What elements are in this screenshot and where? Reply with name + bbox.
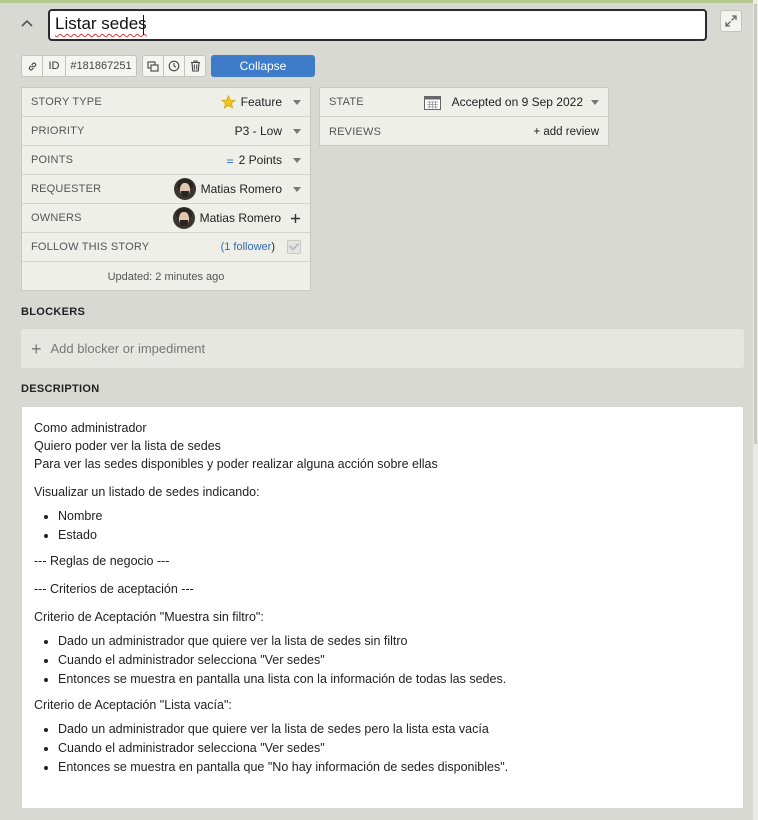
state-value: Accepted on 9 Sep 2022: [451, 95, 583, 109]
add-blocker-button[interactable]: + Add blocker or impediment: [21, 329, 744, 368]
list-item: Estado: [58, 526, 731, 544]
chevron-down-icon: [293, 99, 301, 105]
story-details-panel: STORY TYPE Feature PRIORITY P3 - Low POI…: [21, 87, 311, 291]
id-label[interactable]: ID: [43, 56, 66, 76]
requester-value: Matias Romero: [200, 182, 282, 196]
expand-button[interactable]: [720, 10, 742, 32]
priority-label: PRIORITY: [31, 125, 85, 137]
delete-button[interactable]: [185, 56, 205, 76]
chevron-down-icon: [293, 157, 301, 163]
owners-value: Matias Romero: [199, 211, 281, 225]
id-group: ID #181867251: [21, 55, 137, 77]
avatar: [172, 207, 195, 229]
top-accent-line: [0, 0, 758, 3]
clone-icon: [147, 60, 159, 72]
desc-line: Como administrador: [34, 421, 147, 435]
history-button[interactable]: [164, 56, 185, 76]
criterion-title: Criterio de Aceptación "Lista vacía":: [34, 698, 232, 712]
description-body[interactable]: Como administrador Quiero poder ver la l…: [21, 406, 744, 809]
criterion-list: Dado un administrador que quiere ver la …: [34, 720, 731, 776]
story-type-value: Feature: [240, 95, 282, 109]
scrollbar[interactable]: [753, 0, 758, 820]
blocker-placeholder: Add blocker or impediment: [50, 341, 206, 356]
updated-text: Updated: 2 minutes ago: [107, 270, 225, 283]
plus-icon: +: [31, 338, 42, 359]
story-title-text: Listar sedes: [55, 14, 147, 33]
owners-row[interactable]: OWNERS Matias Romero: [22, 204, 310, 233]
list-item: Cuando el administrador selecciona "Ver …: [58, 739, 731, 757]
text-caret: [143, 15, 144, 35]
chevron-down-icon: [293, 186, 301, 192]
list-item: Cuando el administrador selecciona "Ver …: [58, 651, 731, 669]
reviews-label: REVIEWS: [329, 125, 382, 138]
clock-icon: [168, 60, 180, 72]
story-actions-group: [142, 55, 206, 77]
trash-icon: [190, 60, 200, 72]
reviews-row: REVIEWS + add review: [320, 117, 608, 146]
follow-checkbox[interactable]: [287, 240, 301, 254]
description-heading: DESCRIPTION: [21, 383, 100, 395]
calendar-icon: [423, 95, 441, 110]
story-id-value[interactable]: #181867251: [66, 56, 136, 76]
rules-heading: --- Reglas de negocio ---: [34, 554, 170, 568]
story-id-text: #181867251: [70, 60, 132, 72]
chevron-down-icon: [293, 128, 301, 134]
updated-row: Updated: 2 minutes ago: [22, 262, 310, 291]
blockers-heading: BLOCKERS: [21, 306, 86, 318]
desc-line: Quiero poder ver la lista de sedes: [34, 439, 221, 453]
collapse-button[interactable]: Collapse: [211, 55, 315, 77]
list-item: Dado un administrador que quiere ver la …: [58, 632, 731, 650]
list-item: Dado un administrador que quiere ver la …: [58, 720, 731, 738]
clone-button[interactable]: [143, 56, 164, 76]
points-label: POINTS: [31, 154, 74, 166]
follow-row: FOLLOW THIS STORY (1 follower): [22, 233, 310, 262]
plus-icon[interactable]: [290, 213, 301, 224]
points-value: 2 Points: [238, 153, 282, 167]
priority-value: P3 - Low: [234, 124, 282, 138]
state-label: STATE: [329, 96, 364, 108]
avatar: [173, 178, 196, 200]
followers-link[interactable]: 1 follower: [224, 241, 271, 253]
criterion-list: Dado un administrador que quiere ver la …: [34, 632, 731, 688]
add-review-link[interactable]: + add review: [533, 126, 599, 138]
list-item: Entonces se muestra en pantalla una list…: [58, 670, 731, 688]
desc-list: Nombre Estado: [34, 507, 731, 544]
criteria-heading: --- Criterios de aceptación ---: [34, 582, 194, 596]
link-icon: [28, 62, 36, 70]
requester-label: REQUESTER: [31, 183, 102, 195]
story-type-row[interactable]: STORY TYPE Feature: [22, 88, 310, 117]
criterion-title: Criterio de Aceptación "Muestra sin filt…: [34, 610, 264, 624]
points-row[interactable]: POINTS 2 Points: [22, 146, 310, 175]
copy-link-button[interactable]: [22, 56, 43, 76]
story-type-label: STORY TYPE: [31, 96, 102, 108]
chevron-down-icon: [591, 99, 599, 105]
owners-label: OWNERS: [31, 212, 82, 224]
state-row[interactable]: STATE Accepted on 9 Sep 2022: [320, 88, 608, 117]
requester-row[interactable]: REQUESTER Matias Romero: [22, 175, 310, 204]
expand-icon: [725, 15, 737, 27]
state-panel: STATE Accepted on 9 Sep 2022 REVIEWS + a…: [319, 87, 609, 146]
list-item: Nombre: [58, 507, 731, 525]
star-icon: [220, 95, 236, 109]
desc-list-intro: Visualizar un listado de sedes indicando…: [34, 485, 260, 499]
collapse-story-chevron[interactable]: [16, 12, 38, 34]
desc-line: Para ver las sedes disponibles y poder r…: [34, 457, 438, 471]
scrollbar-thumb[interactable]: [754, 4, 757, 444]
priority-row[interactable]: PRIORITY P3 - Low: [22, 117, 310, 146]
follow-label: FOLLOW THIS STORY: [31, 241, 150, 253]
list-item: Entonces se muestra en pantalla que "No …: [58, 758, 731, 776]
follow-paren-close: ): [271, 241, 275, 253]
story-id-toolbar: ID #181867251 Collapse: [21, 55, 315, 77]
chevron-up-icon: [21, 19, 33, 27]
points-icon: [226, 159, 233, 163]
